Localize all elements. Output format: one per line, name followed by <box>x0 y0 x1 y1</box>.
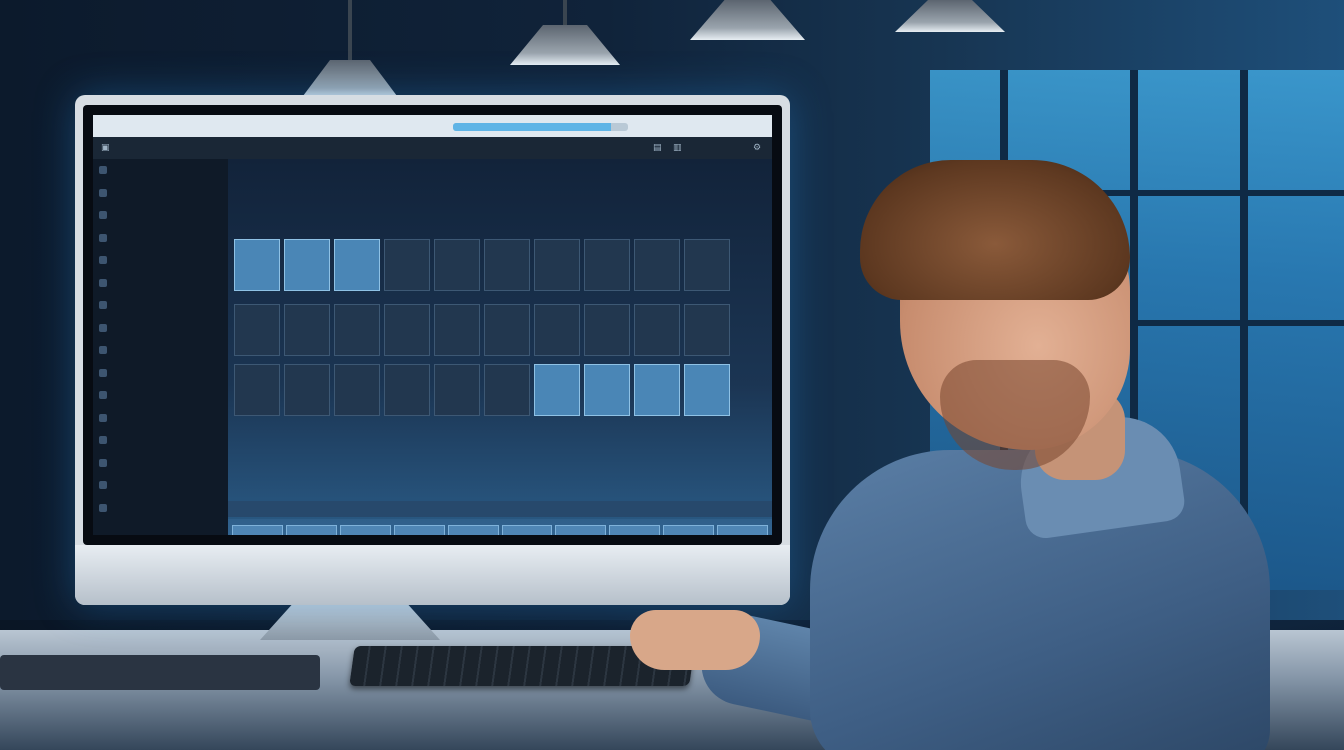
app-tile[interactable] <box>384 304 430 356</box>
pendant-lamp <box>510 0 620 65</box>
app-tile[interactable] <box>334 364 380 416</box>
settings-icon[interactable]: ⚙ <box>753 143 761 153</box>
thumbnail-cell[interactable] <box>501 525 553 535</box>
app-tile[interactable] <box>584 239 630 291</box>
sidebar-item-icon <box>99 166 107 175</box>
monitor: ▣ ▤ ▥ ⚙ <box>75 95 790 605</box>
app-tile[interactable] <box>434 304 480 356</box>
sidebar-item-icon <box>99 346 107 355</box>
sidebar-item[interactable] <box>93 204 228 227</box>
app-tile[interactable] <box>334 239 380 291</box>
sidebar-item-icon <box>99 368 107 377</box>
thumbnail-cell[interactable] <box>285 525 337 535</box>
app-tile[interactable] <box>634 239 680 291</box>
window-icon[interactable]: ▣ <box>101 143 110 153</box>
app-tile[interactable] <box>384 239 430 291</box>
app-tile[interactable] <box>284 239 330 291</box>
sidebar-item[interactable] <box>93 182 228 205</box>
sidebar-item-icon <box>99 391 107 400</box>
sidebar <box>93 159 229 535</box>
sidebar-item[interactable] <box>93 407 228 430</box>
app-tile[interactable] <box>534 364 580 416</box>
toolbar <box>93 137 772 159</box>
file-icon[interactable]: ▤ <box>653 143 662 153</box>
sidebar-item[interactable] <box>93 317 228 340</box>
sidebar-item[interactable] <box>93 249 228 272</box>
sidebar-item-icon <box>99 301 107 310</box>
thumbnail-cell[interactable] <box>447 525 499 535</box>
sidebar-item-icon <box>99 413 107 422</box>
sidebar-item[interactable] <box>93 497 228 520</box>
thumbnail-cell[interactable] <box>339 525 391 535</box>
sidebar-item-icon <box>99 481 107 490</box>
app-tile[interactable] <box>234 364 280 416</box>
app-tile[interactable] <box>284 364 330 416</box>
app-tile[interactable] <box>534 304 580 356</box>
pendant-lamp <box>895 0 1005 32</box>
thumbnail-cell[interactable] <box>609 525 661 535</box>
sidebar-item[interactable] <box>93 272 228 295</box>
sidebar-item[interactable] <box>93 227 228 250</box>
main-panel <box>228 159 772 535</box>
pendant-lamp <box>300 0 400 100</box>
sidebar-item-icon <box>99 458 107 467</box>
person-hair <box>860 160 1130 300</box>
sidebar-item-icon <box>99 211 107 220</box>
app-tile[interactable] <box>484 304 530 356</box>
monitor-bezel: ▣ ▤ ▥ ⚙ <box>83 105 782 545</box>
sidebar-item[interactable] <box>93 429 228 452</box>
progress-fill <box>453 123 611 131</box>
thumbnail-cell[interactable] <box>393 525 445 535</box>
sidebar-item-icon <box>99 323 107 332</box>
tile-row <box>234 304 730 356</box>
sidebar-item[interactable] <box>93 294 228 317</box>
progress-bar <box>453 123 628 131</box>
app-tile[interactable] <box>584 304 630 356</box>
app-tile[interactable] <box>284 304 330 356</box>
app-tile[interactable] <box>384 364 430 416</box>
app-titlebar <box>93 115 772 137</box>
sidebar-item[interactable] <box>93 474 228 497</box>
app-tile[interactable] <box>234 304 280 356</box>
sidebar-item-icon <box>99 233 107 242</box>
pendant-lamp <box>690 0 805 40</box>
sidebar-item[interactable] <box>93 159 228 182</box>
folder-icon[interactable]: ▥ <box>673 143 682 153</box>
thumbnail-cell[interactable] <box>232 525 283 535</box>
app-tile[interactable] <box>484 239 530 291</box>
sidebar-item[interactable] <box>93 452 228 475</box>
tile-row <box>234 239 730 291</box>
app-tile[interactable] <box>434 239 480 291</box>
monitor-screen: ▣ ▤ ▥ ⚙ <box>93 115 772 535</box>
sidebar-item[interactable] <box>93 339 228 362</box>
app-tile[interactable] <box>634 364 680 416</box>
person <box>630 160 1340 750</box>
sidebar-item[interactable] <box>93 362 228 385</box>
sidebar-item-icon <box>99 188 107 197</box>
app-tile[interactable] <box>234 239 280 291</box>
thumbnail-strip <box>228 519 772 535</box>
app-tile[interactable] <box>334 304 380 356</box>
sidebar-item[interactable] <box>93 384 228 407</box>
thumbnail-cell[interactable] <box>555 525 607 535</box>
photo-scene: ▣ ▤ ▥ ⚙ <box>0 0 1344 750</box>
app-tile[interactable] <box>484 364 530 416</box>
sidebar-item-icon <box>99 503 107 512</box>
sidebar-item-icon <box>99 278 107 287</box>
app-tile[interactable] <box>434 364 480 416</box>
notebook <box>0 655 320 690</box>
tile-row <box>234 364 730 416</box>
app-tile[interactable] <box>584 364 630 416</box>
sidebar-item-icon <box>99 436 107 445</box>
sidebar-item-icon <box>99 256 107 265</box>
monitor-chin <box>75 545 790 605</box>
person-hand <box>630 610 760 670</box>
app-tile[interactable] <box>634 304 680 356</box>
thumbnail-strip-header <box>228 501 772 517</box>
app-tile[interactable] <box>534 239 580 291</box>
